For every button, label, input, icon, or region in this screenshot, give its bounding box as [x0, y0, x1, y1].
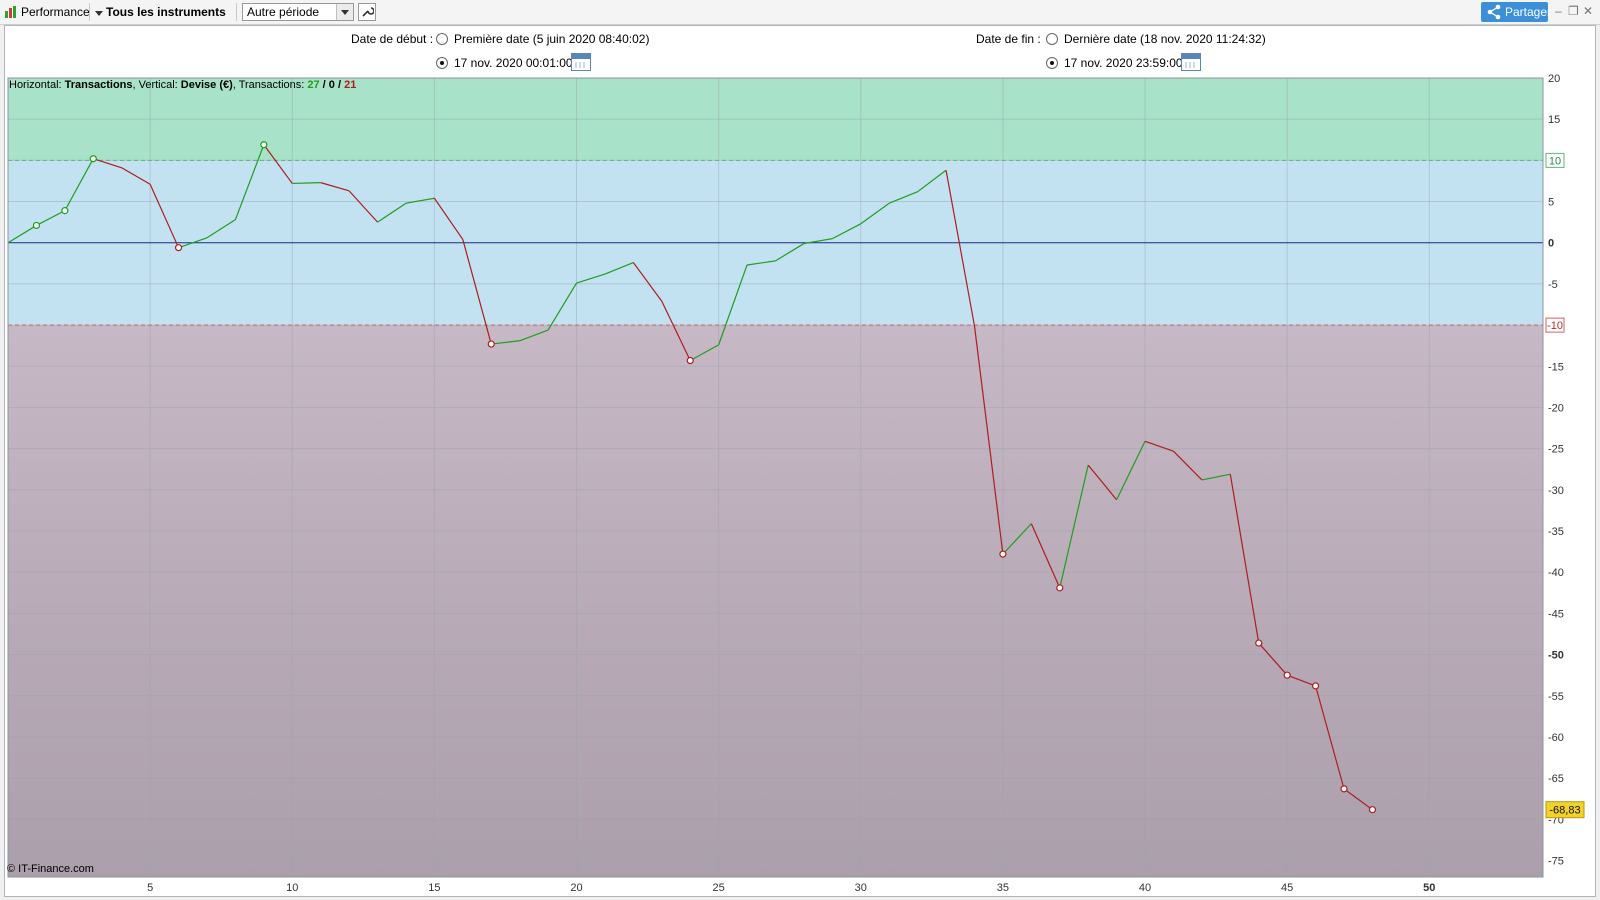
y-tick-label: 20 — [1548, 73, 1560, 85]
x-tick-label: 45 — [1281, 882, 1293, 894]
trade-marker — [1311, 682, 1320, 690]
trade-marker — [686, 356, 694, 365]
trade-marker — [1255, 639, 1263, 647]
x-tick-label: 10 — [286, 882, 298, 894]
trade-marker — [89, 155, 97, 163]
trade-marker — [1283, 671, 1291, 679]
y-tick-label: -20 — [1548, 402, 1564, 414]
equity-segment — [292, 182, 321, 185]
trade-marker — [1368, 806, 1377, 814]
current-value-label: -68,83 — [1549, 805, 1580, 817]
x-tick-label: 30 — [855, 882, 867, 894]
y-tick-label: -55 — [1548, 691, 1564, 703]
x-tick-label: 25 — [713, 882, 725, 894]
x-tick-label: 50 — [1423, 882, 1435, 894]
y-tick-label: 0 — [1548, 238, 1554, 250]
y-tick-label: 15 — [1548, 114, 1560, 126]
trade-marker — [61, 207, 69, 215]
performance-chart[interactable]: 201550-5-15-20-25-30-35-40-45-50-55-60-6… — [0, 0, 1600, 900]
y-tick-label: -40 — [1548, 567, 1564, 579]
y-tick-label: -30 — [1548, 485, 1564, 497]
copyright-text: © IT-Finance.com — [7, 863, 94, 875]
y-tick-label: -75 — [1548, 856, 1564, 868]
upper-threshold-label: 10 — [1549, 155, 1561, 167]
x-tick-label: 35 — [997, 882, 1009, 894]
trade-marker — [1340, 785, 1348, 793]
y-tick-label: -5 — [1548, 279, 1558, 291]
trade-marker — [1056, 584, 1064, 592]
y-tick-label: 5 — [1548, 197, 1554, 209]
y-tick-label: -65 — [1548, 773, 1564, 785]
x-tick-label: 15 — [428, 882, 440, 894]
x-tick-label: 20 — [570, 882, 582, 894]
y-tick-label: -45 — [1548, 608, 1564, 620]
x-tick-label: 5 — [147, 882, 153, 894]
trade-marker — [32, 221, 41, 230]
trade-marker — [487, 340, 495, 348]
trade-marker — [174, 244, 183, 252]
y-tick-label: -60 — [1548, 732, 1564, 744]
y-tick-label: -35 — [1548, 526, 1564, 538]
trade-marker — [260, 141, 268, 149]
x-tick-label: 40 — [1139, 882, 1151, 894]
lower-threshold-label: -10 — [1547, 320, 1563, 332]
y-tick-label: -15 — [1548, 361, 1564, 373]
y-tick-label: -25 — [1548, 444, 1564, 456]
y-tick-label: -50 — [1548, 650, 1564, 662]
chart-info-line: Horizontal: Transactions, Vertical: Devi… — [9, 79, 356, 91]
trade-marker — [999, 550, 1007, 558]
